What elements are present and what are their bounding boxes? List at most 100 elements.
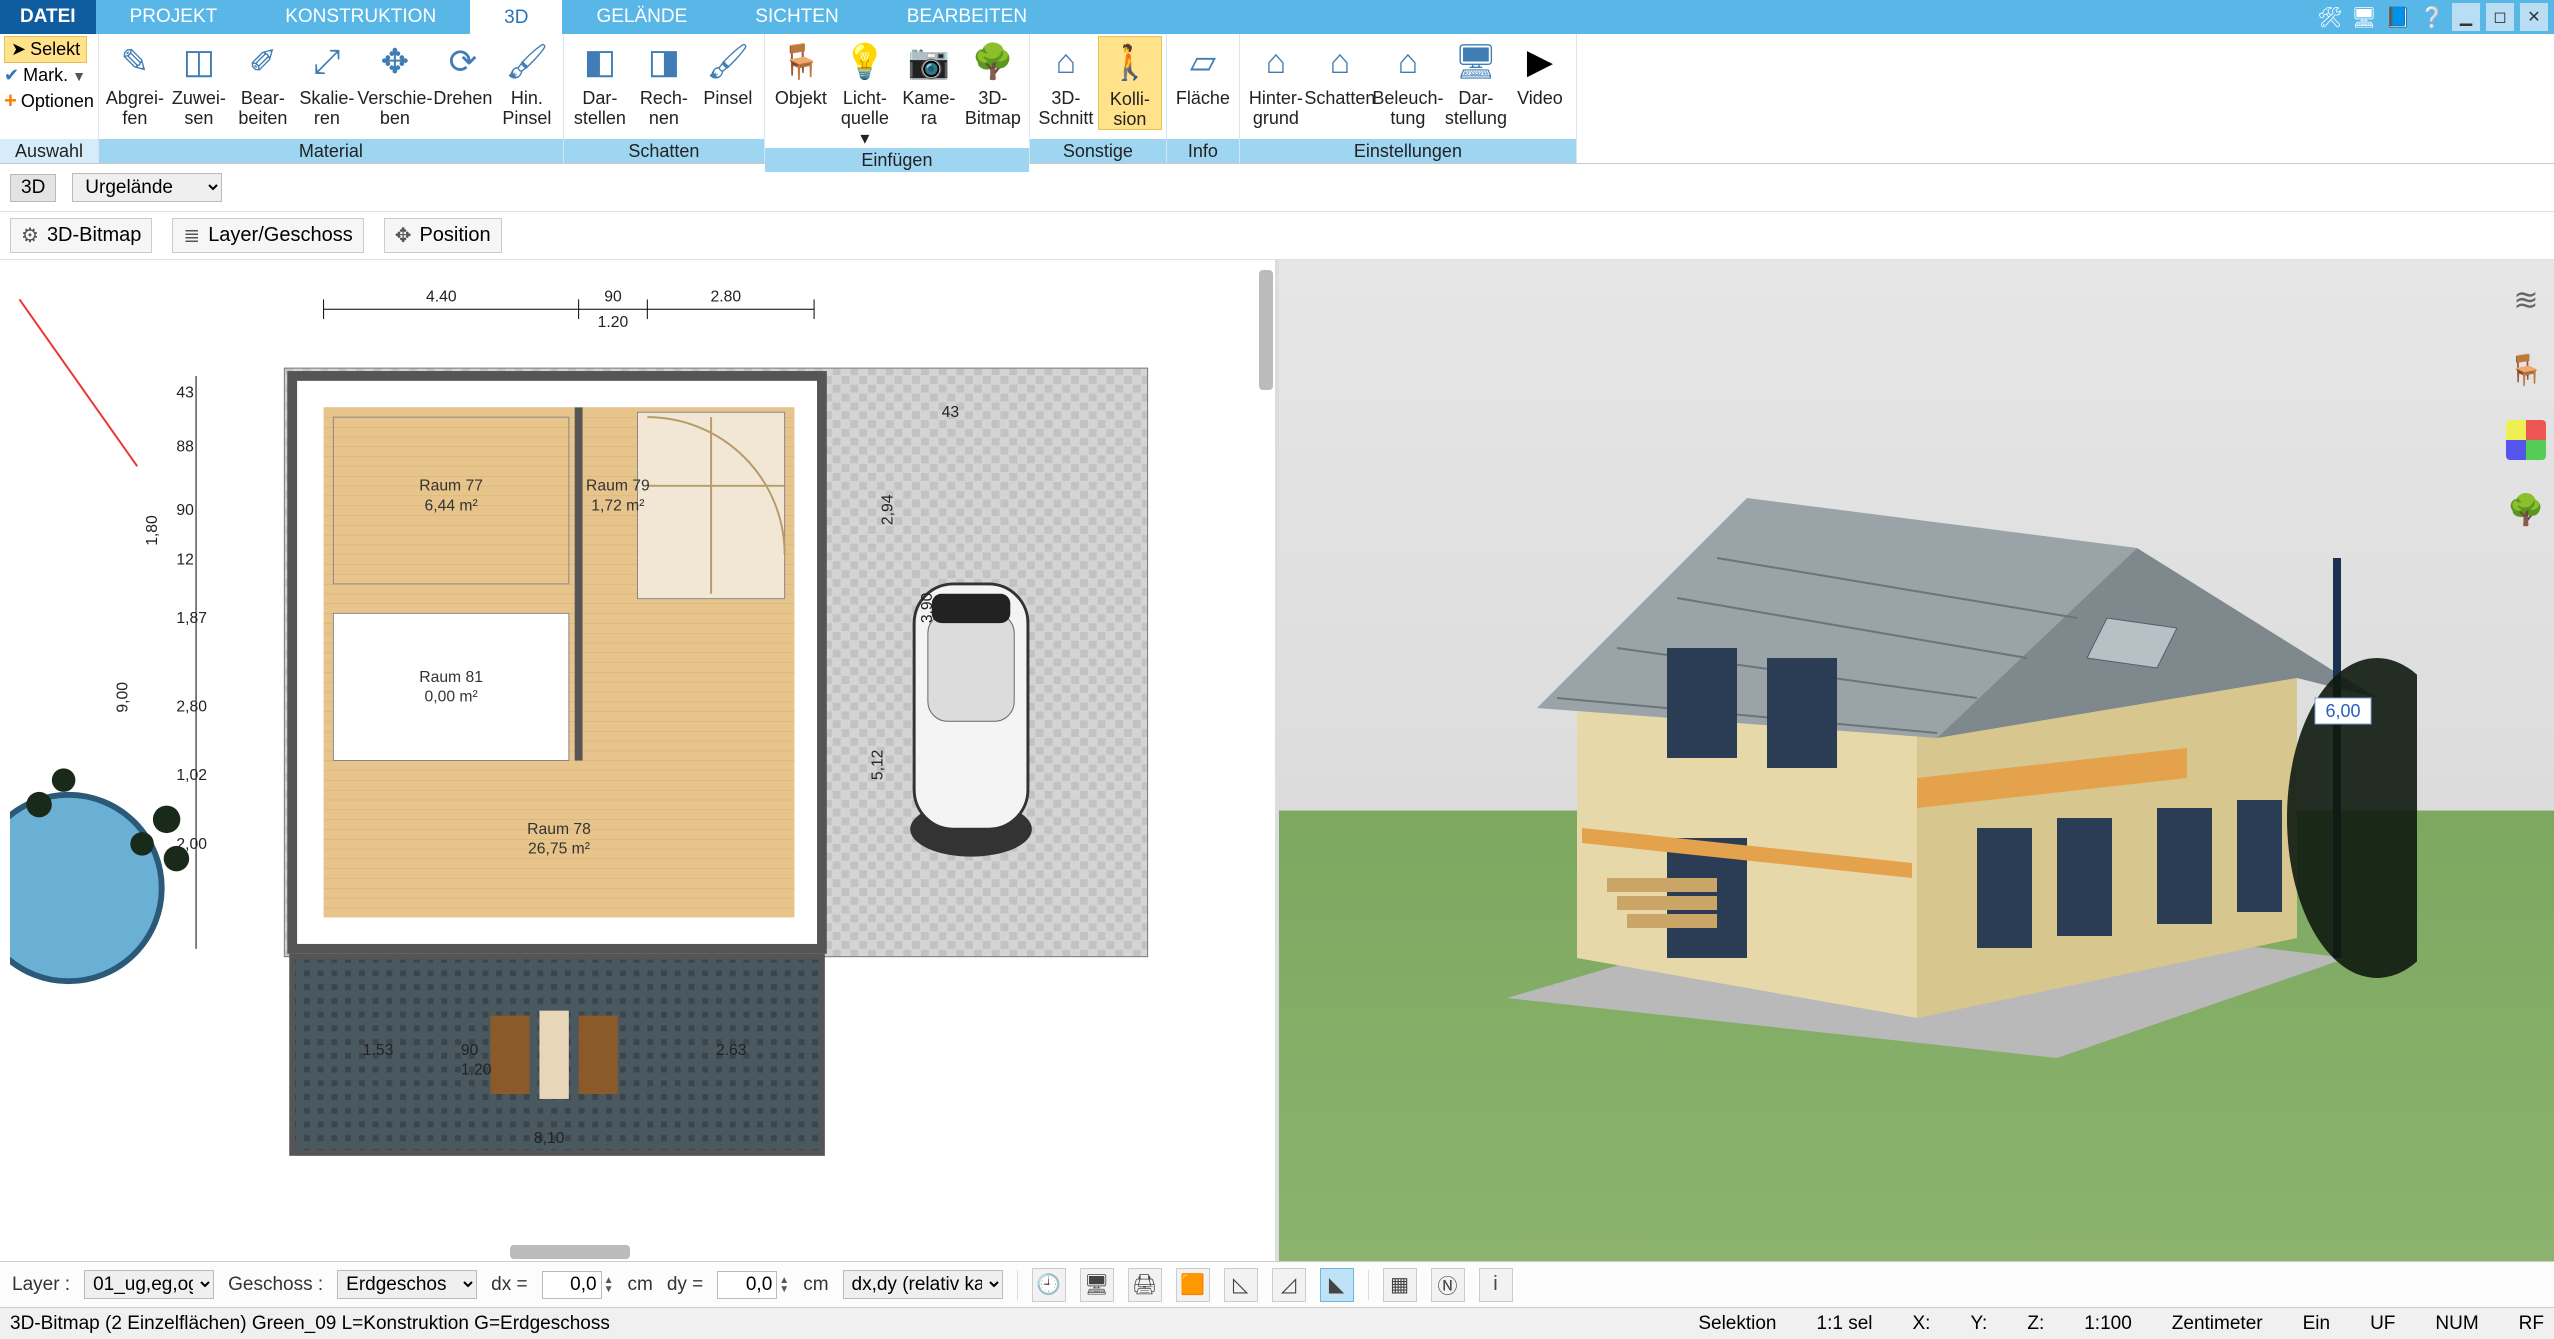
schatten-darstellen-button[interactable]: ◧Dar- stellen: [568, 36, 632, 128]
skalieren-button[interactable]: ⤢Skalie- ren: [295, 36, 359, 128]
3d-bitmap-button[interactable]: 🌳3D- Bitmap: [961, 36, 1025, 128]
svg-text:2.63: 2.63: [716, 1042, 747, 1059]
snap3-icon[interactable]: ◣: [1320, 1268, 1354, 1302]
minimize-button[interactable]: ▁: [2452, 3, 2480, 31]
tree-panel-icon[interactable]: 🌳: [2506, 490, 2546, 530]
color-icon[interactable]: 🟧: [1176, 1268, 1210, 1302]
optionen-button[interactable]: +Optionen: [4, 88, 94, 114]
hintergrund-button[interactable]: ⌂Hinter- grund: [1244, 36, 1308, 128]
svg-text:8,10: 8,10: [534, 1130, 565, 1147]
coord-mode-select[interactable]: dx,dy (relativ ka: [843, 1270, 1003, 1299]
schatten-rechnen-button[interactable]: ◨Rech- nen: [632, 36, 696, 128]
drehen-button[interactable]: ⟳Drehen: [431, 36, 495, 108]
ribbon-group-einstellungen: ⌂Hinter- grund ⌂Schatten ⌂Beleuch- tung …: [1240, 34, 1577, 163]
tab-gelaende[interactable]: GELÄNDE: [562, 0, 721, 34]
status-unit: Zentimeter: [2172, 1313, 2263, 1335]
svg-text:0,00 m²: 0,00 m²: [425, 689, 478, 706]
schatten-pinsel-button[interactable]: 🖌Pinsel: [696, 36, 760, 108]
tab-projekt[interactable]: PROJEKT: [96, 0, 252, 34]
snap2-icon[interactable]: ◿: [1272, 1268, 1306, 1302]
objekt-button[interactable]: 🪑Objekt: [769, 36, 833, 108]
sub-toolbar: ⚙3D-Bitmap ≣Layer/Geschoss ✥Position: [0, 212, 2554, 260]
group-label-schatten: Schatten: [564, 139, 764, 163]
help-icon[interactable]: ❔: [2418, 3, 2446, 31]
status-selektion: Selektion: [1698, 1313, 1776, 1335]
tools-icon[interactable]: 🛠: [2316, 3, 2344, 31]
status-bar: 3D-Bitmap (2 Einzelflächen) Green_09 L=K…: [0, 1307, 2554, 1339]
dx-spinner[interactable]: ▲▼: [604, 1276, 614, 1294]
ribbon-group-auswahl: ➤Selekt ✔Mark.▼ +Optionen Auswahl: [0, 34, 99, 163]
position-toggle[interactable]: ✥Position: [384, 218, 502, 253]
lichtquelle-button[interactable]: 💡Licht- quelle ▾: [833, 36, 897, 148]
ribbon-group-info: ▱Fläche Info: [1167, 34, 1240, 163]
tab-sichten[interactable]: SICHTEN: [721, 0, 872, 34]
layers-panel-icon[interactable]: ≋: [2506, 280, 2546, 320]
svg-text:Raum 79: Raum 79: [586, 478, 650, 495]
floorplan-pane[interactable]: 4.40 90 1.20 2.80 Raum 776,44 m² Raum 79…: [0, 260, 1279, 1261]
kollision-button[interactable]: 🚶Kolli- sion: [1098, 36, 1162, 130]
close-button[interactable]: ✕: [2520, 3, 2548, 31]
einst-darstellung-button[interactable]: 🖥Dar- stellung: [1444, 36, 1508, 128]
flaeche-button[interactable]: ▱Fläche: [1171, 36, 1235, 108]
house-bg-icon: ⌂: [1254, 40, 1298, 84]
print-icon[interactable]: 🖨: [1128, 1268, 1162, 1302]
bearbeiten-button[interactable]: ✐Bear- beiten: [231, 36, 295, 128]
bottom-geschoss-select[interactable]: Erdgeschos: [337, 1270, 477, 1299]
status-rf: RF: [2519, 1313, 2544, 1335]
info-icon[interactable]: i: [1479, 1268, 1513, 1302]
status-sel: 1:1 sel: [1817, 1313, 1873, 1335]
beleuchtung-button[interactable]: ⌂Beleuch- tung: [1372, 36, 1444, 128]
dy-unit: cm: [803, 1274, 828, 1296]
cube-icon: ◧: [578, 40, 622, 84]
cube-shade-icon: ◨: [642, 40, 686, 84]
tab-konstruktion[interactable]: KONSTRUKTION: [251, 0, 470, 34]
group-label-einfuegen: Einfügen: [765, 148, 1029, 172]
rotate-icon: ⟳: [441, 40, 485, 84]
screen2-icon[interactable]: 🖥: [1080, 1268, 1114, 1302]
layer-select[interactable]: Urgelände: [72, 173, 222, 202]
einst-schatten-button[interactable]: ⌂Schatten: [1308, 36, 1372, 108]
video-button[interactable]: ▶Video: [1508, 36, 1572, 108]
svg-text:4.40: 4.40: [426, 288, 457, 305]
book-icon[interactable]: 📘: [2384, 3, 2412, 31]
mark-button[interactable]: ✔Mark.▼: [4, 65, 86, 86]
zuweisen-button[interactable]: ◫Zuwei- sen: [167, 36, 231, 128]
kamera-button[interactable]: 📷Kame- ra: [897, 36, 961, 128]
north-icon[interactable]: Ⓝ: [1431, 1268, 1465, 1302]
layer-geschoss-toggle[interactable]: ≣Layer/Geschoss: [172, 218, 363, 253]
svg-text:1,87: 1,87: [176, 610, 207, 627]
abgreifen-button[interactable]: ✎Abgrei- fen: [103, 36, 167, 128]
svg-text:Raum 78: Raum 78: [527, 821, 591, 838]
hinpinsel-button[interactable]: 🖌Hin. Pinsel: [495, 36, 559, 128]
dy-input[interactable]: [717, 1271, 777, 1299]
palette-panel-icon[interactable]: [2506, 420, 2546, 460]
verschieben-button[interactable]: ✥Verschie- ben: [359, 36, 431, 128]
bottom-layer-select[interactable]: 01_ug,eg,og: [84, 1270, 214, 1299]
3d-schnitt-button[interactable]: ⌂3D- Schnitt: [1034, 36, 1098, 128]
svg-text:Raum 77: Raum 77: [419, 478, 483, 495]
dx-unit: cm: [628, 1274, 653, 1296]
svg-text:1.20: 1.20: [461, 1061, 492, 1078]
tab-bearbeiten[interactable]: BEARBEITEN: [873, 0, 1061, 34]
furniture-panel-icon[interactable]: 🪑: [2506, 350, 2546, 390]
3d-bitmap-toggle[interactable]: ⚙3D-Bitmap: [10, 218, 152, 253]
section-icon: ⌂: [1044, 40, 1088, 84]
select-button[interactable]: ➤Selekt: [4, 36, 87, 63]
geschoss-label: Geschoss :: [228, 1274, 323, 1296]
svg-text:1,72 m²: 1,72 m²: [591, 497, 644, 514]
camera-icon: 📷: [907, 40, 951, 84]
3d-view-pane[interactable]: 6,00: [1279, 260, 2554, 1261]
tree-icon: 🌳: [971, 40, 1015, 84]
view-tag-3d: 3D: [10, 174, 56, 202]
history-icon[interactable]: 🕘: [1032, 1268, 1066, 1302]
tab-datei[interactable]: DATEI: [0, 0, 96, 34]
maximize-button[interactable]: ◻: [2486, 3, 2514, 31]
dy-spinner[interactable]: ▲▼: [779, 1276, 789, 1294]
cursor-icon: ➤: [11, 39, 26, 60]
dx-input[interactable]: [542, 1271, 602, 1299]
grid-icon[interactable]: ▦: [1383, 1268, 1417, 1302]
tab-3d[interactable]: 3D: [470, 0, 562, 34]
snap1-icon[interactable]: ◺: [1224, 1268, 1258, 1302]
dy-label: dy =: [667, 1274, 703, 1296]
screen-icon[interactable]: 🖥: [2350, 3, 2378, 31]
